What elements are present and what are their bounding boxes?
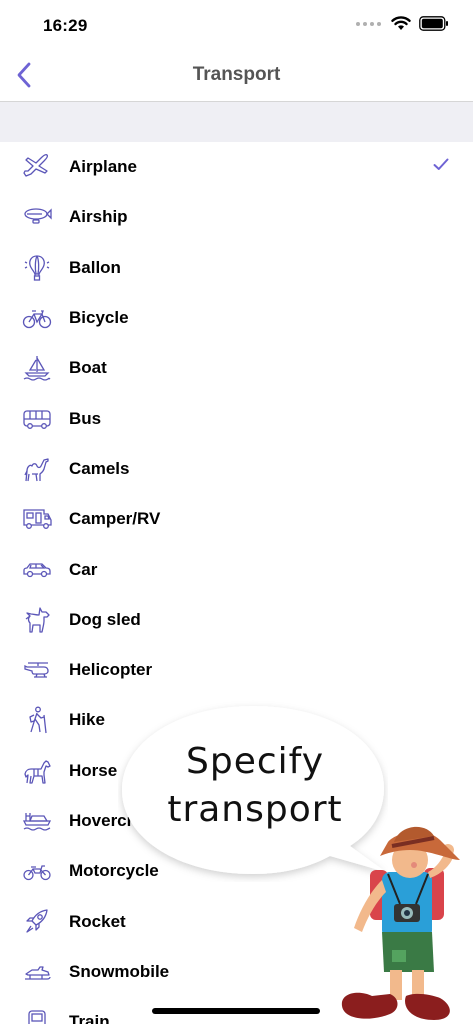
list-item-label: Airplane	[69, 157, 138, 177]
camel-icon	[21, 454, 53, 484]
list-item-label: Camels	[69, 458, 130, 478]
list-item-camper[interactable]: Camper/RV	[0, 494, 473, 544]
helicopter-icon	[21, 655, 53, 685]
nav-bar: Transport	[0, 48, 473, 102]
train-icon	[21, 1007, 53, 1024]
list-item-airplane[interactable]: Airplane	[0, 142, 473, 192]
bicycle-icon	[21, 303, 53, 333]
wifi-icon	[391, 16, 411, 30]
section-header	[0, 102, 473, 142]
status-time: 16:29	[43, 16, 88, 35]
list-item-label: Helicopter	[69, 660, 153, 680]
list-item-label: Car	[69, 559, 98, 579]
rocket-icon	[21, 907, 53, 937]
list-item-ballon[interactable]: Ballon	[0, 243, 473, 293]
list-item-label: Bicycle	[69, 308, 129, 328]
list-item-label: Ballon	[69, 257, 121, 277]
list-item-airship[interactable]: Airship	[0, 192, 473, 242]
list-item-label: Dog sled	[69, 609, 141, 629]
hovercraft-icon	[21, 806, 53, 836]
motorcycle-icon	[21, 856, 53, 886]
list-item-bus[interactable]: Bus	[0, 393, 473, 443]
page-title: Transport	[192, 64, 281, 85]
list-item-label: Hike	[69, 710, 105, 730]
list-item-label: Bus	[69, 408, 102, 428]
boat-icon	[21, 353, 53, 383]
list-item-dog-sled[interactable]: Dog sled	[0, 595, 473, 645]
list-item-camels[interactable]: Camels	[0, 444, 473, 494]
cellular-signal-icon	[356, 21, 381, 26]
bubble-line-1: Specify	[186, 741, 324, 782]
list-item-bicycle[interactable]: Bicycle	[0, 293, 473, 343]
horse-icon	[21, 756, 53, 786]
list-item-car[interactable]: Car	[0, 544, 473, 594]
list-item-label: Train	[69, 1012, 110, 1024]
snowmobile-icon	[21, 957, 53, 987]
list-item-label: Horse	[69, 760, 118, 780]
traveler-mascot-illustration	[341, 826, 460, 1020]
battery-icon	[419, 16, 448, 31]
airship-icon	[21, 202, 53, 232]
list-item-helicopter[interactable]: Helicopter	[0, 645, 473, 695]
camper-icon	[21, 504, 53, 534]
list-item-label: Boat	[69, 358, 107, 378]
home-indicator[interactable]	[152, 1008, 320, 1014]
balloon-icon	[21, 253, 53, 283]
hiker-icon	[21, 705, 53, 735]
list-item-label: Camper/RV	[69, 509, 161, 529]
list-item-boat[interactable]: Boat	[0, 343, 473, 393]
bus-icon	[21, 404, 53, 434]
dog-icon	[21, 605, 53, 635]
checkmark-icon	[433, 158, 449, 176]
list-item-label: Rocket	[69, 911, 126, 931]
airplane-icon	[21, 152, 53, 182]
status-icons	[356, 16, 449, 31]
car-icon	[21, 555, 53, 585]
status-bar: 16:29	[0, 0, 473, 48]
list-item-label: Airship	[69, 207, 128, 227]
list-item-label: Snowmobile	[69, 961, 170, 981]
